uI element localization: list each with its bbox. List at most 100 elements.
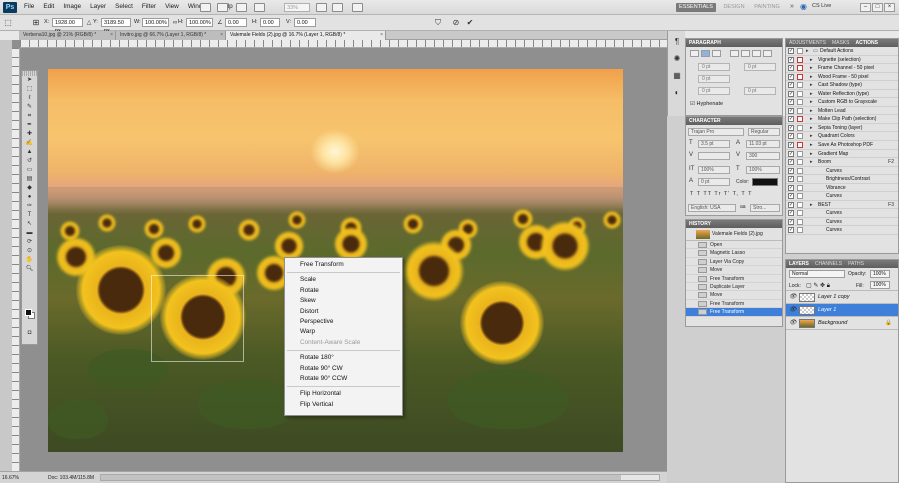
expand-triangle-icon[interactable]: ▸: [810, 107, 813, 115]
action-row[interactable]: ✓ ▸ Vignette (selection): [786, 56, 898, 65]
pen-tool-icon[interactable]: ✑: [22, 202, 37, 211]
action-dialog-toggle[interactable]: [797, 176, 803, 183]
menu-item-free-transform[interactable]: Free Transform: [285, 260, 402, 270]
action-row[interactable]: ✓ ▸ Save As Photoshop PDF: [786, 141, 898, 150]
action-row[interactable]: ✓ ▸ Quadrant Colors: [786, 132, 898, 142]
menu-item-rotate-180[interactable]: Rotate 180°: [285, 353, 402, 363]
text-color-swatch[interactable]: [752, 178, 778, 186]
width-field[interactable]: 100.00%: [142, 18, 169, 27]
action-dialog-toggle[interactable]: [797, 210, 803, 217]
action-toggle-checkbox[interactable]: ✓: [788, 65, 794, 72]
action-toggle-checkbox[interactable]: ✓: [788, 133, 794, 140]
history-item[interactable]: Duplicate Layer: [686, 283, 782, 292]
action-row[interactable]: ✓ Vibrance: [786, 184, 898, 193]
action-toggle-checkbox[interactable]: ✓: [788, 107, 794, 114]
hand-icon[interactable]: [316, 3, 327, 12]
history-item[interactable]: Free Transform: [686, 275, 782, 283]
lasso-tool-icon[interactable]: ℓ: [22, 94, 37, 103]
gradient-tool-icon[interactable]: ▤: [22, 175, 37, 184]
opacity-field[interactable]: 100%: [870, 270, 890, 278]
fill-field[interactable]: 100%: [870, 281, 890, 289]
action-toggle-checkbox[interactable]: ✓: [788, 82, 794, 89]
action-toggle-checkbox[interactable]: ✓: [788, 184, 794, 191]
history-item[interactable]: Move: [686, 266, 782, 275]
expand-triangle-icon[interactable]: ▸: [810, 201, 813, 209]
action-dialog-toggle[interactable]: [797, 159, 803, 166]
action-row[interactable]: ✓ Curves: [786, 209, 898, 218]
expand-triangle-icon[interactable]: ▸: [810, 73, 813, 81]
zoom-icon[interactable]: [332, 3, 343, 12]
x-field[interactable]: 1928.00 px: [52, 18, 83, 34]
action-dialog-toggle[interactable]: [797, 227, 803, 234]
action-dialog-toggle[interactable]: [797, 56, 803, 63]
y-field[interactable]: 3189.50 px: [101, 18, 131, 34]
healing-tool-icon[interactable]: ✚: [22, 130, 37, 139]
eye-icon[interactable]: 👁︎: [789, 307, 797, 314]
action-toggle-checkbox[interactable]: ✓: [788, 116, 794, 123]
expand-triangle-icon[interactable]: ▸: [810, 56, 813, 64]
indent-right-field[interactable]: 0 pt: [744, 63, 776, 71]
stamp-tool-icon[interactable]: ▲: [22, 148, 37, 157]
action-row[interactable]: ✓ ▸ Cast Shadow (type): [786, 81, 898, 90]
dodge-tool-icon[interactable]: ●: [22, 193, 37, 202]
tab-invitro[interactable]: Invitro.jpg @ 66.7% (Layer 1, RGB/8) * ×: [116, 31, 226, 40]
eye-icon[interactable]: 👁︎: [789, 294, 797, 301]
action-row[interactable]: ✓ ▸ Sepia Toning (layer): [786, 124, 898, 133]
language-select[interactable]: English: USA: [688, 204, 736, 212]
swatches-panel-icon[interactable]: ▦: [671, 70, 683, 82]
zoom-select[interactable]: 33%: [284, 3, 310, 12]
justify-left-button[interactable]: [730, 50, 739, 57]
action-toggle-checkbox[interactable]: ✓: [788, 210, 794, 217]
action-toggle-checkbox[interactable]: ✓: [788, 167, 794, 174]
screen-mode-icon[interactable]: [352, 3, 363, 12]
vskew-field[interactable]: 0.00: [294, 18, 316, 27]
tab-close-icon[interactable]: ×: [220, 31, 223, 40]
menu-edit[interactable]: Edit: [43, 3, 54, 10]
action-toggle-checkbox[interactable]: ✓: [788, 99, 794, 106]
expand-triangle-icon[interactable]: ▸: [810, 150, 813, 158]
action-row[interactable]: ✓ ▸ Water Reflection (type): [786, 90, 898, 99]
tracking-field[interactable]: 300: [746, 152, 780, 160]
eraser-tool-icon[interactable]: ▭: [22, 166, 37, 175]
action-toggle-checkbox[interactable]: ✓: [788, 218, 794, 225]
blur-tool-icon[interactable]: ◆: [22, 184, 37, 193]
action-toggle-checkbox[interactable]: ✓: [788, 159, 794, 166]
action-dialog-toggle[interactable]: [797, 133, 803, 140]
history-item[interactable]: Layer Via Copy: [686, 258, 782, 267]
blend-mode-select[interactable]: Normal: [789, 270, 845, 278]
quick-mask-icon[interactable]: ◘: [22, 329, 37, 338]
action-row[interactable]: ✓ ▸ Molten Lead: [786, 107, 898, 116]
action-row[interactable]: ✓ ▸ ▭ Default Actions: [786, 47, 898, 56]
styles-panel-icon[interactable]: ◐: [671, 87, 683, 99]
document-size[interactable]: Doc: 103.4M/115.8M: [48, 475, 94, 481]
action-toggle-checkbox[interactable]: ✓: [788, 176, 794, 183]
action-row[interactable]: ✓ ▸ Boom F2: [786, 158, 898, 167]
justify-all-button[interactable]: [763, 50, 772, 57]
crop-tool-icon[interactable]: ⌗: [22, 112, 37, 121]
action-dialog-toggle[interactable]: [797, 193, 803, 200]
action-row[interactable]: ✓ ▸ Gradient Map: [786, 150, 898, 159]
workspace-more-icon[interactable]: »: [790, 3, 794, 10]
menu-item-scale[interactable]: Scale: [285, 275, 402, 285]
menu-filter[interactable]: Filter: [142, 3, 156, 10]
type-style-buttons[interactable]: T T TT Tr T' T, T T: [690, 191, 752, 197]
mini-bridge-icon[interactable]: [217, 3, 228, 12]
lock-icons[interactable]: ▢ ✎ ✥ 🔒︎: [806, 282, 830, 290]
action-row[interactable]: ✓ ▸ Custom RGB to Grayscale: [786, 98, 898, 107]
hskew-field[interactable]: 0.00: [260, 18, 280, 27]
action-row[interactable]: ✓ ▸ Frame Channel - 50 pixel: [786, 64, 898, 73]
zoom-level[interactable]: 16.67%: [2, 475, 24, 482]
horizontal-scrollbar[interactable]: [100, 474, 660, 481]
angle-field[interactable]: 0.00: [225, 18, 247, 27]
tab-paths[interactable]: PATHS: [845, 260, 867, 268]
layer-row[interactable]: 👁︎ Background 🔒: [786, 317, 898, 330]
action-dialog-toggle[interactable]: [797, 82, 803, 89]
action-toggle-checkbox[interactable]: ✓: [788, 193, 794, 200]
expand-triangle-icon[interactable]: ▸: [810, 98, 813, 106]
menu-item-rotate-90-ccw[interactable]: Rotate 90° CCW: [285, 374, 402, 384]
color-panel-icon[interactable]: ✺: [671, 53, 683, 65]
action-dialog-toggle[interactable]: [797, 184, 803, 191]
action-dialog-toggle[interactable]: [797, 65, 803, 72]
history-item[interactable]: Move: [686, 291, 782, 300]
zoom-tool-icon[interactable]: 🔍︎: [22, 265, 37, 274]
